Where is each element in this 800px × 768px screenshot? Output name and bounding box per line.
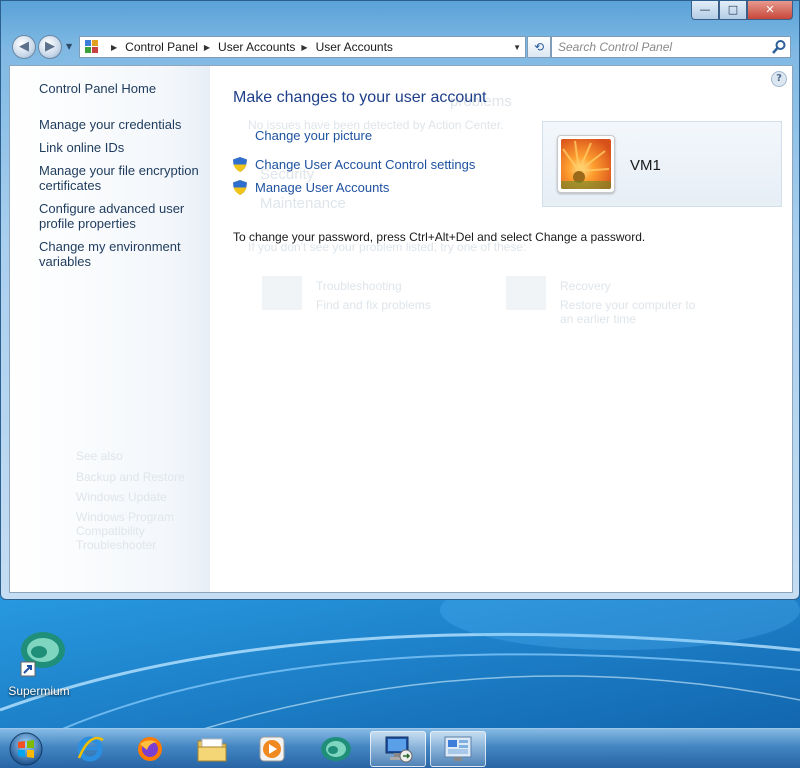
advanced-profile-properties-link[interactable]: Configure advanced user profile properti… bbox=[39, 201, 207, 231]
remote-desktop-icon bbox=[385, 736, 413, 763]
manage-user-accounts-link[interactable]: Manage User Accounts bbox=[255, 180, 389, 195]
control-panel-icon bbox=[444, 736, 472, 761]
folder-icon bbox=[197, 738, 227, 762]
taskbar-windows-explorer[interactable] bbox=[184, 731, 240, 767]
chevron-right-icon[interactable]: ▶ bbox=[111, 43, 117, 52]
ghost-compat: Windows Program Compatibility Troublesho… bbox=[76, 510, 175, 552]
taskbar-firefox[interactable] bbox=[122, 731, 178, 767]
flower-picture-icon bbox=[561, 139, 611, 189]
link-online-ids-link[interactable]: Link online IDs bbox=[39, 140, 207, 155]
firefox-icon bbox=[138, 737, 162, 761]
address-dropdown-icon[interactable]: ▼ bbox=[513, 43, 521, 52]
supermium-icon bbox=[321, 737, 351, 761]
ghost-maintenance: Maintenance bbox=[260, 195, 346, 212]
navigation-bar: ◀ ▶ ▼ ▶ Control Panel ▶ User Accounts ▶ … bbox=[9, 34, 791, 60]
control-panel-home-link[interactable]: Control Panel Home bbox=[39, 81, 156, 96]
chevron-right-icon[interactable]: ▶ bbox=[301, 43, 307, 52]
manage-credentials-link[interactable]: Manage your credentials bbox=[39, 117, 207, 132]
ghost-troubleshooting-desc: Find and fix problems bbox=[316, 298, 431, 312]
maximize-button[interactable]: □ bbox=[719, 1, 747, 20]
help-icon[interactable]: ? bbox=[771, 71, 787, 87]
forward-arrow-icon[interactable]: ▶ bbox=[38, 35, 62, 59]
taskbar-supermium[interactable] bbox=[308, 731, 364, 767]
ghost-recovery-desc: Restore your computer to an earlier time bbox=[560, 298, 696, 326]
back-arrow-icon[interactable]: ◀ bbox=[12, 35, 36, 59]
ghost-troubleshooting: Troubleshooting bbox=[316, 279, 402, 293]
refresh-icon[interactable]: ⟲ bbox=[527, 36, 551, 58]
recent-pages-dropdown-icon[interactable]: ▼ bbox=[66, 42, 72, 51]
address-bar[interactable]: ▶ Control Panel ▶ User Accounts ▶ User A… bbox=[79, 36, 526, 58]
ghost-windows-update: Windows Update bbox=[76, 490, 167, 504]
supermium-icon bbox=[20, 632, 65, 677]
desktop-shortcut-label: Supermium bbox=[8, 684, 70, 698]
control-panel-window: — □ ✕ ◀ ▶ ▼ ▶ Control Panel ▶ User Accou… bbox=[0, 0, 800, 600]
ghost-backup: Backup and Restore bbox=[76, 470, 185, 484]
media-player-icon bbox=[259, 736, 285, 762]
start-button[interactable] bbox=[6, 731, 46, 767]
taskbar-remote-desktop[interactable] bbox=[370, 731, 426, 767]
window-caption-buttons: — □ ✕ bbox=[691, 1, 793, 20]
ghost-recovery-image bbox=[506, 276, 546, 310]
desktop-wallpaper bbox=[0, 590, 800, 730]
chevron-right-icon[interactable]: ▶ bbox=[204, 43, 210, 52]
minimize-button[interactable]: — bbox=[691, 1, 719, 20]
taskbar-internet-explorer[interactable] bbox=[62, 731, 118, 767]
page-title: Make changes to your user account bbox=[233, 89, 487, 106]
desktop-shortcut-supermium[interactable]: Supermium bbox=[4, 628, 74, 698]
uac-shield-icon bbox=[233, 157, 247, 172]
tasks-list: Manage your credentials Link online IDs … bbox=[39, 117, 207, 277]
search-input[interactable]: Search Control Panel bbox=[551, 36, 791, 58]
content-area: problems No issues have been detected by… bbox=[9, 65, 793, 593]
avatar bbox=[557, 135, 615, 193]
uac-shield-icon bbox=[233, 180, 247, 195]
file-encryption-certificates-link[interactable]: Manage your file encryption certificates bbox=[39, 163, 207, 193]
internet-explorer-icon bbox=[77, 736, 104, 762]
ghost-recovery: Recovery bbox=[560, 279, 611, 293]
user-name: VM1 bbox=[630, 157, 661, 174]
control-panel-icon bbox=[85, 40, 99, 54]
password-instruction: To change your password, press Ctrl+Alt+… bbox=[233, 230, 646, 244]
close-button[interactable]: ✕ bbox=[747, 1, 793, 20]
taskbar bbox=[0, 728, 800, 768]
left-navigation-pane: Control Panel Home Manage your credentia… bbox=[10, 66, 210, 592]
taskbar-media-player[interactable] bbox=[244, 731, 300, 767]
ghost-see-also: See also bbox=[76, 449, 123, 463]
environment-variables-link[interactable]: Change my environment variables bbox=[39, 239, 207, 269]
user-account-tile: VM1 bbox=[542, 121, 782, 207]
taskbar-control-panel[interactable] bbox=[430, 731, 486, 767]
breadcrumb-user-accounts[interactable]: User Accounts bbox=[218, 40, 295, 54]
search-icon[interactable] bbox=[771, 39, 787, 55]
breadcrumb-user-accounts-current[interactable]: User Accounts bbox=[316, 40, 393, 54]
uac-settings-link[interactable]: Change User Account Control settings bbox=[255, 157, 475, 172]
change-picture-link[interactable]: Change your picture bbox=[255, 128, 372, 143]
ghost-troubleshooting-image bbox=[262, 276, 302, 310]
breadcrumb-control-panel[interactable]: Control Panel bbox=[125, 40, 198, 54]
